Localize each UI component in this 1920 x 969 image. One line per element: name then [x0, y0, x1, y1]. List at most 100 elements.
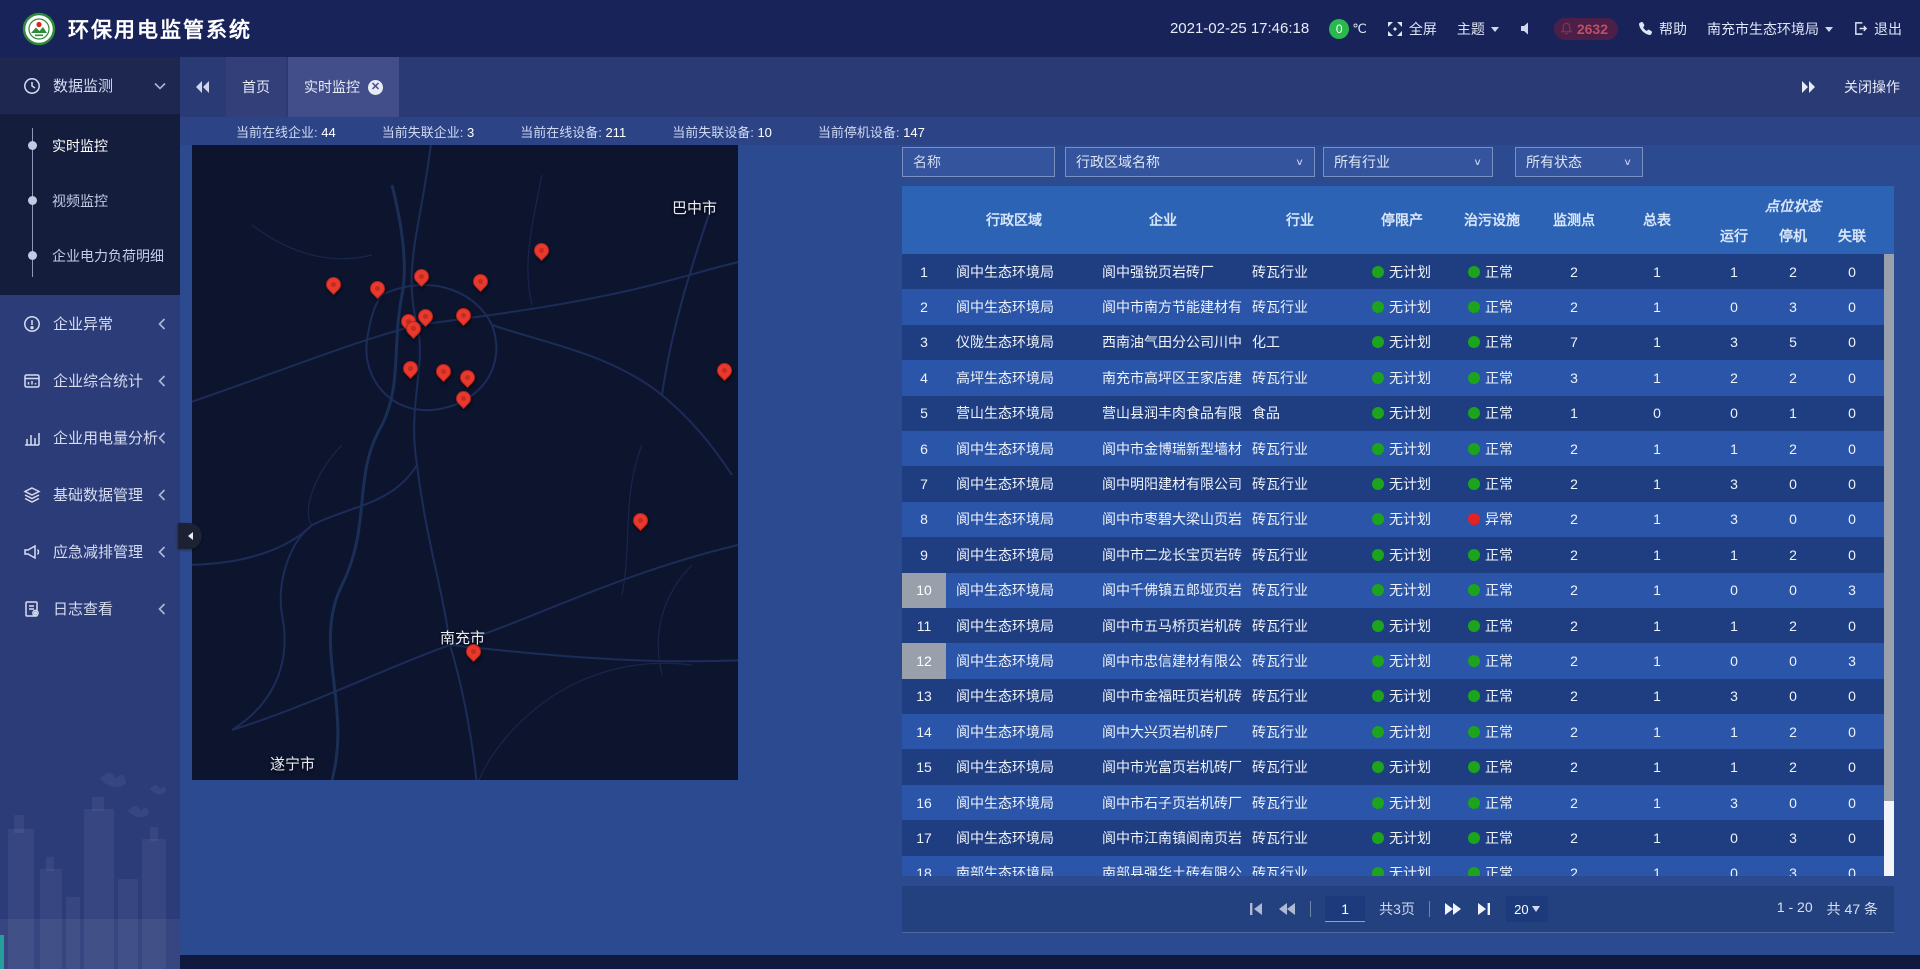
stat-value: 3 [467, 125, 474, 140]
table-row[interactable]: 16 阆中生态环境局 阆中市石子页岩机砖厂 砖瓦行业 无计划 正常 2 1 3 … [902, 785, 1884, 820]
tab-scroll-left-icon[interactable] [180, 57, 226, 117]
tab-scroll-right-icon[interactable] [1800, 79, 1818, 95]
name-filter-input-box[interactable] [902, 147, 1055, 177]
cell-total: 1 [1612, 325, 1702, 360]
sidebar-item-emergency[interactable]: 应急减排管理 [0, 523, 180, 580]
table-row[interactable]: 7 阆中生态环境局 阆中明阳建材有限公司 砖瓦行业 无计划 正常 2 1 3 0… [902, 466, 1884, 501]
table-row[interactable]: 4 高坪生态环境局 南充市高坪区王家店建 砖瓦行业 无计划 正常 3 1 2 2… [902, 360, 1884, 395]
close-operations-button[interactable]: 关闭操作 [1844, 77, 1900, 97]
cell-company: 阆中强锐页岩砖厂 [1082, 254, 1244, 289]
sidebar-item-logs[interactable]: 日志查看 [0, 580, 180, 637]
cell-stop-plan: 无计划 [1356, 360, 1448, 395]
cell-stop-plan: 无计划 [1356, 325, 1448, 360]
status-dot-icon [1372, 301, 1384, 313]
column-header[interactable]: 行业 [1244, 186, 1356, 254]
tab-realtime[interactable]: 实时监控 ✕ [288, 57, 399, 117]
row-number: 13 [902, 679, 946, 714]
region-filter-select[interactable]: 行政区域名称 ∨ [1065, 147, 1315, 177]
cell-total: 1 [1612, 608, 1702, 643]
cell-region: 阆中生态环境局 [946, 254, 1082, 289]
cell-stop-plan: 无计划 [1356, 254, 1448, 289]
page-number-input[interactable] [1325, 896, 1365, 922]
cell-stop-plan: 无计划 [1356, 537, 1448, 572]
table-row[interactable]: 11 阆中生态环境局 阆中市五马桥页岩机砖 砖瓦行业 无计划 正常 2 1 1 … [902, 608, 1884, 643]
column-header[interactable]: 运行 [1702, 218, 1766, 254]
cell-facility: 正常 [1448, 466, 1536, 501]
theme-dropdown[interactable]: 主题 [1457, 19, 1499, 39]
notification-badge[interactable]: 2632 [1554, 18, 1618, 40]
sidebar-item-company-stats[interactable]: 企业综合统计 [0, 352, 180, 409]
cell-stop-plan: 无计划 [1356, 679, 1448, 714]
cell-region: 阆中生态环境局 [946, 466, 1082, 501]
sidebar-item-power-analysis[interactable]: 企业用电量分析 [0, 409, 180, 466]
org-dropdown[interactable]: 南充市生态环境局 [1707, 19, 1833, 39]
cell-run: 1 [1702, 714, 1766, 749]
table-row[interactable]: 10 阆中生态环境局 阆中千佛镇五郎垭页岩 砖瓦行业 无计划 正常 2 1 0 … [902, 573, 1884, 608]
map-panel[interactable]: 巴中市南充市遂宁市 [192, 145, 738, 780]
cell-region: 阆中生态环境局 [946, 749, 1082, 784]
sidebar-subitem-realtime-monitor[interactable]: 实时监控 [0, 118, 180, 173]
sidebar-item-company-abnormal[interactable]: 企业异常 [0, 295, 180, 352]
table-row[interactable]: 9 阆中生态环境局 阆中市二龙长宝页岩砖 砖瓦行业 无计划 正常 2 1 1 2… [902, 537, 1884, 572]
table-row[interactable]: 1 阆中生态环境局 阆中强锐页岩砖厂 砖瓦行业 无计划 正常 2 1 1 2 0 [902, 254, 1884, 289]
table-row[interactable]: 15 阆中生态环境局 阆中市光富页岩机砖厂 砖瓦行业 无计划 正常 2 1 1 … [902, 749, 1884, 784]
last-page-button[interactable] [1476, 902, 1492, 916]
table-row[interactable]: 13 阆中生态环境局 阆中市金福旺页岩机砖 砖瓦行业 无计划 正常 2 1 3 … [902, 679, 1884, 714]
column-header[interactable]: 失联 [1820, 218, 1884, 254]
logout-button[interactable]: 退出 [1853, 19, 1902, 39]
industry-filter-select[interactable]: 所有行业 ∨ [1323, 147, 1493, 177]
column-header[interactable]: 总表 [1612, 186, 1702, 254]
cell-lost: 0 [1820, 325, 1884, 360]
table-row[interactable]: 12 阆中生态环境局 阆中市忠信建材有限公 砖瓦行业 无计划 正常 2 1 0 … [902, 643, 1884, 678]
table-row[interactable]: 17 阆中生态环境局 阆中市江南镇阆南页岩 砖瓦行业 无计划 正常 2 1 0 … [902, 820, 1884, 855]
table-row[interactable]: 8 阆中生态环境局 阆中市枣碧大梁山页岩 砖瓦行业 无计划 异常 2 1 3 0… [902, 502, 1884, 537]
cell-region: 阆中生态环境局 [946, 714, 1082, 749]
column-header[interactable]: 停机 [1766, 218, 1820, 254]
page-size-select[interactable]: 20 [1506, 896, 1548, 922]
cell-facility: 正常 [1448, 289, 1536, 324]
column-header[interactable]: 停限产 [1356, 186, 1448, 254]
column-header[interactable]: 监测点 [1536, 186, 1612, 254]
sidebar-item-data-monitor[interactable]: 数据监测 [0, 57, 180, 114]
column-header[interactable] [902, 186, 946, 254]
prev-page-button[interactable] [1278, 902, 1296, 916]
table-row[interactable]: 3 仪陇生态环境局 西南油气田分公司川中 化工 无计划 正常 7 1 3 5 0 [902, 325, 1884, 360]
cell-company: 营山县润丰肉食品有限 [1082, 396, 1244, 431]
table-row[interactable]: 14 阆中生态环境局 阆中大兴页岩机砖厂 砖瓦行业 无计划 正常 2 1 1 2… [902, 714, 1884, 749]
help-button[interactable]: 帮助 [1638, 19, 1687, 39]
tab-close-icon[interactable]: ✕ [368, 80, 383, 95]
tab-home[interactable]: 首页 [226, 57, 286, 117]
cell-points: 2 [1536, 856, 1612, 876]
first-page-button[interactable] [1248, 902, 1264, 916]
cell-stopped: 1 [1766, 396, 1820, 431]
table-row[interactable]: 6 阆中生态环境局 阆中市金博瑞新型墙材 砖瓦行业 无计划 正常 2 1 1 2… [902, 431, 1884, 466]
row-number: 12 [902, 643, 946, 678]
column-header[interactable]: 行政区域 [946, 186, 1082, 254]
teal-accent-bar [0, 935, 4, 969]
table-row[interactable]: 5 营山生态环境局 营山县润丰肉食品有限 食品 无计划 正常 1 0 0 1 0 [902, 396, 1884, 431]
scrollbar-thumb[interactable] [1884, 254, 1894, 801]
cell-total: 1 [1612, 502, 1702, 537]
fullscreen-button[interactable]: 全屏 [1387, 19, 1437, 39]
speaker-muted-icon[interactable] [1519, 21, 1534, 36]
status-filter-select[interactable]: 所有状态 ∨ [1515, 147, 1643, 177]
tab-bar-right: 关闭操作 [1800, 57, 1920, 117]
table-scrollbar[interactable] [1884, 254, 1894, 876]
table-row[interactable]: 18 南部生态环境局 南部县强华土砖有限公 砖瓦行业 无计划 正常 2 1 0 … [902, 856, 1884, 876]
column-header[interactable]: 企业 [1082, 186, 1244, 254]
name-filter-input[interactable] [913, 154, 1044, 170]
status-dot-icon [1372, 407, 1384, 419]
cell-facility: 正常 [1448, 856, 1536, 876]
cell-stopped: 0 [1766, 502, 1820, 537]
column-header[interactable]: 治污设施 [1448, 186, 1536, 254]
cell-stopped: 0 [1766, 785, 1820, 820]
sidebar-item-base-data[interactable]: 基础数据管理 [0, 466, 180, 523]
sidebar-subitem-video-monitor[interactable]: 视频监控 [0, 173, 180, 228]
cell-run: 1 [1702, 608, 1766, 643]
sidebar-subitem-power-load-detail[interactable]: 企业电力负荷明细 [0, 228, 180, 283]
cell-lost: 0 [1820, 431, 1884, 466]
next-page-button[interactable] [1444, 902, 1462, 916]
table-row[interactable]: 2 阆中生态环境局 阆中市南方节能建材有 砖瓦行业 无计划 正常 2 1 0 3… [902, 289, 1884, 324]
cell-lost: 0 [1820, 396, 1884, 431]
status-dot-icon [1468, 407, 1480, 419]
